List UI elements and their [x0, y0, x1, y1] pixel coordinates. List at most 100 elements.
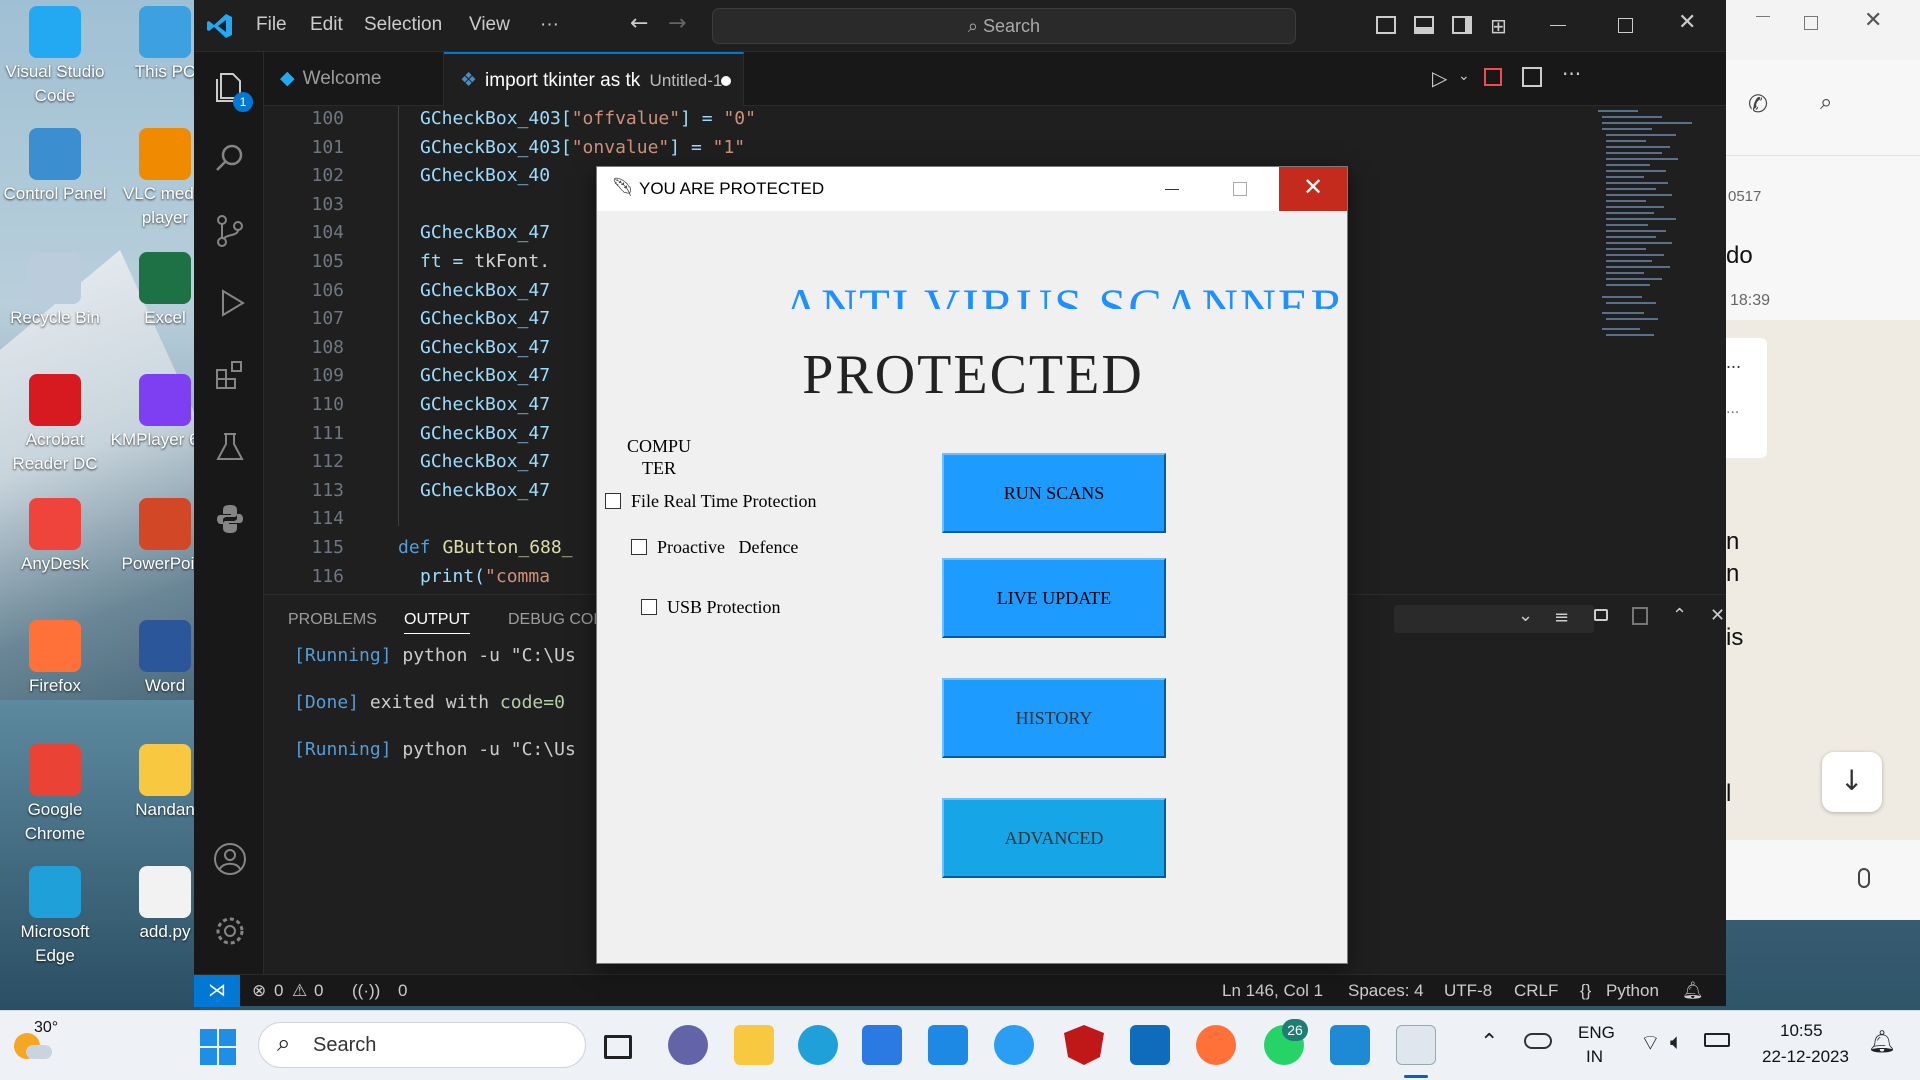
teams-chat-icon[interactable] — [668, 1025, 708, 1065]
clock-date[interactable]: 22-12-2023 — [1762, 1047, 1849, 1067]
desktop-icon-recycle-bin[interactable]: Recycle Bin — [0, 252, 110, 330]
source-control-icon[interactable] — [213, 214, 247, 248]
menu-edit[interactable]: Edit — [310, 14, 343, 36]
wifi-icon[interactable]: ⌔ — [1640, 1029, 1661, 1057]
command-center-search[interactable]: ⌕ Search — [712, 8, 1296, 44]
desktop-icon-acrobat[interactable]: Acrobat Reader DC — [0, 374, 110, 476]
close-panel-icon[interactable]: ✕ — [1710, 605, 1725, 626]
line-endings[interactable]: CRLF — [1514, 981, 1558, 1001]
run-scans-button[interactable]: RUN SCANS — [942, 453, 1166, 533]
myhp-icon[interactable] — [928, 1025, 968, 1065]
run-dropdown-icon[interactable]: ⌄ — [1458, 68, 1470, 84]
edge-icon[interactable] — [798, 1025, 838, 1065]
checkbox-box[interactable] — [641, 599, 657, 615]
language-line-2[interactable]: IN — [1586, 1047, 1603, 1067]
desktop-icon-chrome[interactable]: Google Chrome — [0, 744, 110, 846]
tab-output[interactable]: OUTPUT — [404, 611, 470, 634]
settings-gear-icon[interactable] — [213, 914, 247, 948]
error-count[interactable]: 0 — [274, 981, 283, 1001]
live-update-button[interactable]: LIVE UPDATE — [942, 558, 1166, 638]
minimap[interactable] — [1594, 106, 1714, 594]
microsoft-store-icon[interactable] — [862, 1025, 902, 1065]
language-mode[interactable]: Python — [1606, 981, 1659, 1001]
unsaved-dot-icon[interactable] — [721, 76, 731, 86]
split-editor-icon[interactable] — [1522, 67, 1542, 87]
stop-icon[interactable] — [1484, 68, 1502, 86]
accounts-icon[interactable] — [213, 842, 247, 876]
desktop-icon-vscode[interactable]: Visual Studio Code — [0, 6, 110, 108]
phone-call-icon[interactable]: ✆ — [1748, 90, 1768, 118]
usb-protection-checkbox[interactable]: USB Protection — [641, 597, 781, 618]
tab-welcome[interactable]: ◆ Welcome — [264, 52, 444, 106]
search-icon[interactable] — [213, 142, 247, 176]
python-icon[interactable] — [213, 502, 247, 536]
history-button[interactable]: HISTORY — [942, 678, 1166, 758]
notification-bell-icon[interactable]: 🔔︎ — [1868, 1029, 1896, 1055]
weather-temperature[interactable]: 30° — [34, 1019, 58, 1037]
error-icon[interactable]: ⊗ — [252, 981, 266, 1001]
maximize-icon[interactable] — [1804, 16, 1818, 30]
close-icon[interactable]: ✕ — [1678, 10, 1696, 35]
menu-view[interactable]: View — [469, 14, 510, 36]
remote-indicator[interactable]: ⋊ — [194, 975, 240, 1007]
tab-untitled-1[interactable]: ❖ import tkinter as tk Untitled-1 — [444, 52, 744, 106]
clear-output-icon[interactable]: ≡ — [1554, 607, 1569, 628]
open-in-editor-icon[interactable] — [1632, 607, 1648, 625]
proactive-defence-checkbox[interactable]: Proactive Defence — [631, 537, 798, 558]
explorer-icon[interactable]: 1 — [213, 70, 253, 112]
tab-problems[interactable]: PROBLEMS — [288, 611, 377, 629]
checkbox-box[interactable] — [631, 539, 647, 555]
vscode-taskbar-icon[interactable] — [1330, 1025, 1370, 1065]
warning-icon[interactable]: ⚠ — [292, 981, 307, 1001]
desktop-icon-firefox[interactable]: Firefox — [0, 620, 110, 698]
help-icon[interactable] — [994, 1025, 1034, 1065]
menu-more[interactable]: ··· — [540, 14, 559, 36]
clock-time[interactable]: 10:55 — [1780, 1021, 1823, 1041]
microphone-icon[interactable] — [1858, 868, 1870, 888]
warning-count[interactable]: 0 — [314, 981, 323, 1001]
desktop-icon-edge[interactable]: Microsoft Edge — [0, 866, 110, 968]
battery-icon[interactable] — [1704, 1033, 1730, 1047]
dialog-close-button[interactable]: ✕ — [1279, 167, 1347, 211]
firefox-icon[interactable] — [1196, 1025, 1236, 1065]
more-actions-icon[interactable]: ··· — [1562, 62, 1581, 86]
extensions-icon[interactable] — [213, 358, 247, 392]
maximize-panel-icon[interactable]: ⌃ — [1672, 605, 1687, 626]
task-view-icon[interactable] — [604, 1035, 632, 1059]
checkbox-box[interactable] — [605, 493, 621, 509]
desktop-icon-control-panel[interactable]: Control Panel — [0, 128, 110, 206]
minimize-icon[interactable] — [1165, 189, 1179, 190]
maximize-icon[interactable] — [1618, 18, 1633, 33]
customize-layout-icon[interactable]: ⊞ — [1490, 14, 1507, 38]
ports-count[interactable]: 0 — [398, 981, 407, 1001]
testing-flask-icon[interactable] — [213, 430, 247, 464]
toggle-secondary-sidebar-icon[interactable] — [1452, 16, 1472, 34]
indentation[interactable]: Spaces: 4 — [1348, 981, 1424, 1001]
forward-arrow-icon[interactable]: → — [668, 11, 686, 36]
encoding[interactable]: UTF-8 — [1444, 981, 1492, 1001]
close-icon[interactable]: ✕ — [1864, 8, 1882, 33]
python-taskbar-icon[interactable] — [1396, 1025, 1436, 1065]
ports-icon[interactable]: ((·)) — [352, 981, 380, 1001]
minimize-icon[interactable] — [1550, 25, 1566, 26]
minimize-icon[interactable] — [1756, 16, 1770, 17]
advanced-button[interactable]: ADVANCED — [942, 798, 1166, 878]
lock-icon[interactable] — [1594, 609, 1608, 621]
run-python-icon[interactable]: ▷ — [1432, 66, 1447, 90]
scroll-down-button[interactable]: ↓ — [1822, 752, 1882, 812]
menu-selection[interactable]: Selection — [364, 14, 442, 36]
toggle-panel-icon[interactable] — [1414, 16, 1434, 34]
taskbar-search[interactable]: ⌕ Search — [258, 1022, 586, 1068]
back-arrow-icon[interactable]: ← — [630, 11, 648, 36]
toggle-sidebar-icon[interactable] — [1376, 16, 1396, 34]
maximize-icon[interactable] — [1233, 182, 1247, 196]
file-realtime-checkbox[interactable]: File Real Time Protection — [605, 491, 817, 512]
desktop-icon-anydesk[interactable]: AnyDesk — [0, 498, 110, 576]
notifications-bell-icon[interactable]: 🔔︎ — [1682, 981, 1704, 1001]
tab-debug-console[interactable]: DEBUG CON — [508, 611, 605, 629]
mcafee-icon[interactable] — [1064, 1025, 1104, 1065]
remote-desktop-icon[interactable] — [1130, 1025, 1170, 1065]
file-explorer-icon[interactable] — [734, 1025, 774, 1065]
menu-file[interactable]: File — [256, 14, 287, 36]
chevron-down-icon[interactable]: ⌄ — [1518, 605, 1533, 626]
